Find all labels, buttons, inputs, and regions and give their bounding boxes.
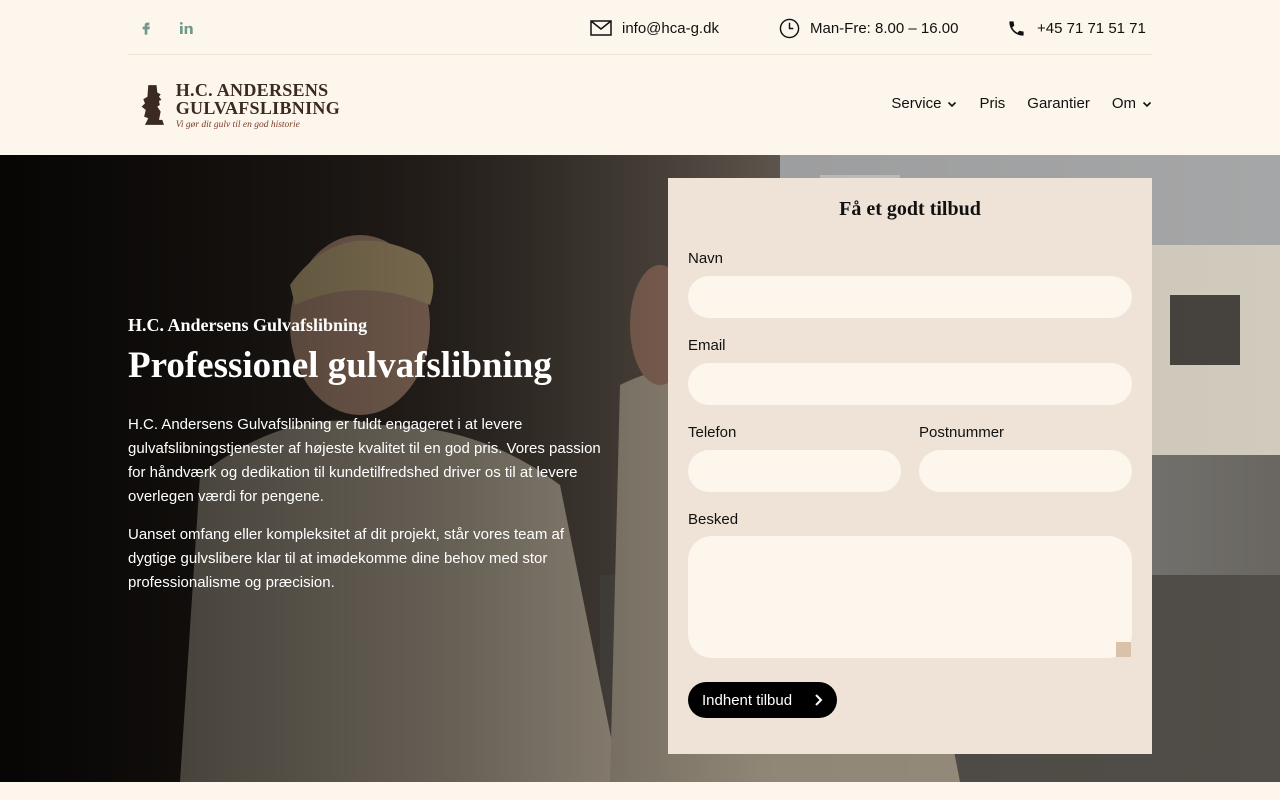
zip-input[interactable]	[919, 450, 1132, 492]
name-input[interactable]	[688, 276, 1132, 318]
nav-label: Service	[891, 95, 942, 112]
nav-item-service[interactable]: Service	[891, 95, 957, 112]
site-header: H.C. ANDERSENS GULVAFSLIBNING Vi gør dit…	[0, 55, 1280, 155]
submit-quote-button[interactable]: Indhent tilbud	[688, 682, 837, 718]
email-text: info@hca-g.dk	[622, 19, 719, 37]
nav-label: Garantier	[1027, 95, 1090, 112]
phone-icon	[1005, 17, 1027, 39]
email-input[interactable]	[688, 363, 1132, 405]
main-nav: Service Pris Garantier Om	[869, 95, 1152, 112]
hero-copy: H.C. Andersens Gulvafslibning Profession…	[128, 315, 608, 609]
nav-label: Om	[1111, 95, 1136, 112]
submit-label: Indhent tilbud	[702, 691, 793, 709]
chevron-down-icon	[1142, 101, 1152, 107]
chevron-down-icon	[948, 101, 957, 107]
nav-item-om[interactable]: Om	[1112, 95, 1152, 112]
envelope-icon	[590, 17, 612, 39]
hours-text: Man-Fre: 8.00 – 16.00	[810, 19, 959, 37]
page-bottom-strip	[0, 782, 1280, 800]
form-title: Få et godt tilbud	[839, 198, 981, 220]
nav-label: Pris	[979, 95, 1006, 112]
linkedin-icon[interactable]	[176, 18, 196, 38]
clock-icon	[778, 17, 800, 39]
phone-label: Telefon	[688, 424, 737, 441]
email-label: Email	[688, 337, 726, 354]
hero-subtitle: H.C. Andersens Gulvafslibning	[128, 315, 368, 335]
message-label: Besked	[688, 511, 739, 528]
message-textarea[interactable]	[688, 536, 1132, 658]
top-bar: info@hca-g.dk Man-Fre: 8.00 – 16.00 +45 …	[128, 0, 1152, 55]
logo-line-1: H.C. ANDERSENS	[175, 79, 329, 100]
logo-line-2: GULVAFSLIBNING	[175, 97, 340, 118]
hero-title: Professionel gulvafslibning	[128, 345, 552, 386]
silhouette-logo-icon	[141, 85, 164, 125]
contact-hours: Man-Fre: 8.00 – 16.00	[778, 16, 958, 40]
contact-phone[interactable]: +45 71 71 51 71	[1005, 16, 1146, 40]
zip-label: Postnummer	[919, 424, 1005, 441]
nav-item-garantier[interactable]: Garantier	[1027, 95, 1090, 112]
phone-text: +45 71 71 51 71	[1037, 19, 1146, 37]
contact-email[interactable]: info@hca-g.dk	[590, 16, 719, 40]
logo-tagline: Vi gør dit gulv til en god historie	[175, 119, 300, 130]
hero-paragraph-2: Uanset omfang eller kompleksitet af dit …	[128, 525, 565, 591]
quote-form: Få et godt tilbud Navn Email Telefon Pos…	[668, 178, 1152, 754]
chevron-right-icon	[815, 694, 823, 706]
nav-item-pris[interactable]: Pris	[979, 95, 1005, 112]
facebook-icon[interactable]	[136, 18, 156, 38]
site-logo[interactable]: H.C. ANDERSENS GULVAFSLIBNING Vi gør dit…	[140, 79, 340, 131]
hero-paragraph-1: H.C. Andersens Gulvafslibning er fuldt e…	[128, 415, 601, 505]
resize-handle-icon[interactable]	[1116, 642, 1131, 657]
name-label: Navn	[688, 250, 724, 267]
phone-input[interactable]	[688, 450, 901, 492]
